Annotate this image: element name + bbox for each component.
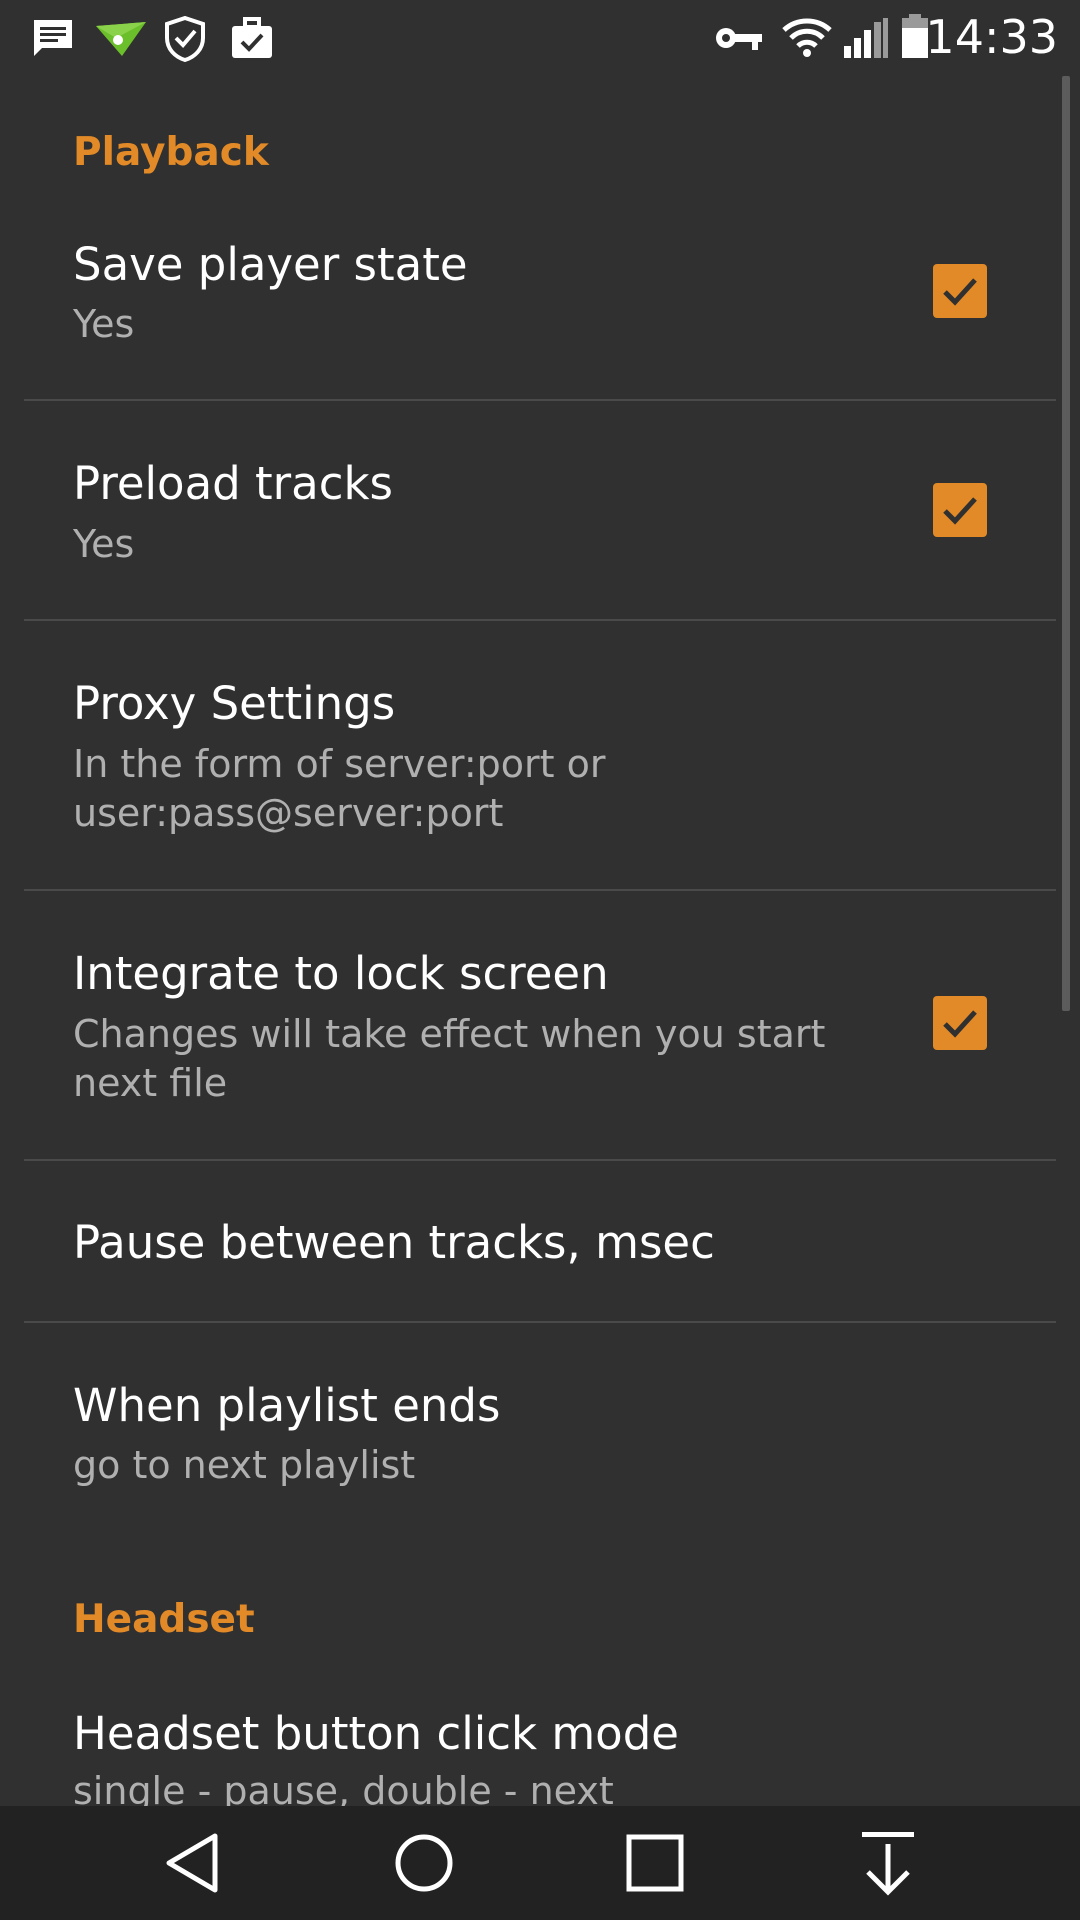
save-player-state-checkbox[interactable]	[933, 264, 987, 318]
signal-icon	[842, 18, 890, 62]
pref-title: Headset button click mode	[73, 1707, 679, 1760]
screen: 14:33 Playback Save player state Yes Pre…	[0, 0, 1080, 1920]
status-bar: 14:33	[0, 0, 1080, 76]
section-header-playback: Playback	[73, 130, 269, 175]
pref-title: Preload tracks	[73, 457, 393, 510]
pref-title: Proxy Settings	[73, 677, 396, 730]
scrollbar[interactable]	[1062, 76, 1070, 1011]
checkmark-icon	[943, 497, 977, 525]
pref-title: Pause between tracks, msec	[73, 1216, 715, 1269]
pref-summary: Yes	[73, 302, 135, 346]
pref-summary: In the form of server:port or user:pass@…	[73, 742, 606, 835]
airdroid-icon	[94, 16, 148, 60]
integrate-lock-screen-checkbox[interactable]	[933, 996, 987, 1050]
notification-pulldown-icon[interactable]	[848, 1826, 928, 1900]
checkmark-icon	[943, 278, 977, 306]
pref-title: Save player state	[73, 238, 468, 291]
pref-preload-tracks[interactable]	[0, 401, 1060, 619]
shield-check-icon	[164, 16, 206, 62]
briefcase-check-icon	[230, 16, 274, 60]
pref-summary: Changes will take effect when you start …	[73, 1012, 826, 1105]
back-icon[interactable]	[153, 1826, 233, 1900]
pref-summary: go to next playlist	[73, 1443, 416, 1487]
home-icon[interactable]	[384, 1826, 464, 1900]
pref-title: When playlist ends	[73, 1379, 501, 1432]
wifi-icon	[782, 18, 832, 62]
message-icon	[30, 16, 76, 60]
recents-icon[interactable]	[615, 1826, 695, 1900]
vpn-key-icon	[714, 22, 764, 66]
preload-tracks-checkbox[interactable]	[933, 483, 987, 537]
section-header-headset: Headset	[73, 1597, 255, 1642]
navigation-bar	[0, 1806, 1080, 1920]
checkmark-icon	[943, 1010, 977, 1038]
pref-summary: Yes	[73, 522, 135, 566]
status-time: 14:33	[925, 10, 1058, 64]
pref-title: Integrate to lock screen	[73, 947, 609, 1000]
